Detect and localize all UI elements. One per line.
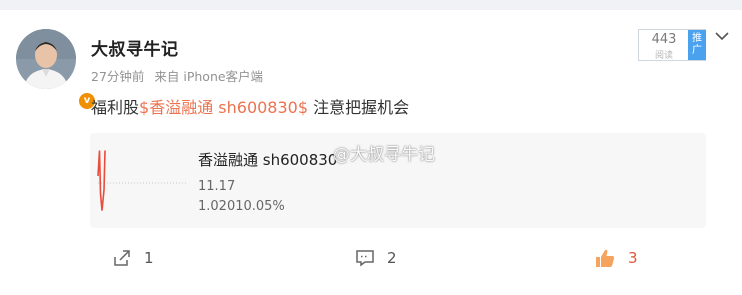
like-count: 3	[628, 249, 638, 267]
like-button[interactable]: 3	[594, 246, 638, 270]
post-source: 来自 iPhone客户端	[154, 69, 264, 84]
stock-title: 香溢融通 sh600830	[198, 151, 338, 169]
post-meta: 27分钟前 来自 iPhone客户端	[91, 66, 269, 85]
post-time[interactable]: 27分钟前	[91, 69, 144, 84]
share-count: 1	[144, 249, 154, 267]
avatar[interactable]: v	[16, 29, 97, 111]
chart-price-line	[97, 150, 106, 211]
stock-change: 1.02010.05%	[198, 199, 285, 214]
read-label: 阅读	[654, 51, 673, 61]
read-count-box: 443 阅读 推广	[638, 29, 706, 61]
comment-icon	[356, 250, 374, 267]
stock-tag-link[interactable]: $香溢融通 sh600830$	[139, 98, 308, 117]
stock-mini-chart	[97, 150, 186, 211]
stock-price: 11.17	[198, 179, 236, 194]
comment-count: 2	[387, 249, 397, 267]
content-text: 福利股	[91, 98, 140, 117]
action-bar: 1 2 3	[0, 238, 742, 278]
share-button[interactable]: 1	[112, 246, 154, 270]
chevron-down-icon[interactable]	[714, 30, 730, 42]
author-name[interactable]: 大叔寻牛记	[91, 35, 179, 60]
post-content: 福利股$香溢融通 sh600830$ 注意把握机会	[91, 94, 409, 118]
thumbs-up-icon	[596, 249, 615, 267]
avatar-image	[16, 29, 76, 89]
read-count: 443	[651, 32, 677, 47]
comment-button[interactable]: 2	[355, 246, 397, 270]
content-text-suffix: 注意把握机会	[308, 98, 410, 117]
share-icon	[114, 250, 130, 266]
weibo-post-card: v 大叔寻牛记 27分钟前 来自 iPhone客户端 443 阅读 推广 福利股…	[0, 10, 742, 295]
promote-button[interactable]: 推广	[688, 30, 706, 60]
stock-card[interactable]: 香溢融通 sh600830 11.17 1.02010.05%	[90, 133, 706, 228]
